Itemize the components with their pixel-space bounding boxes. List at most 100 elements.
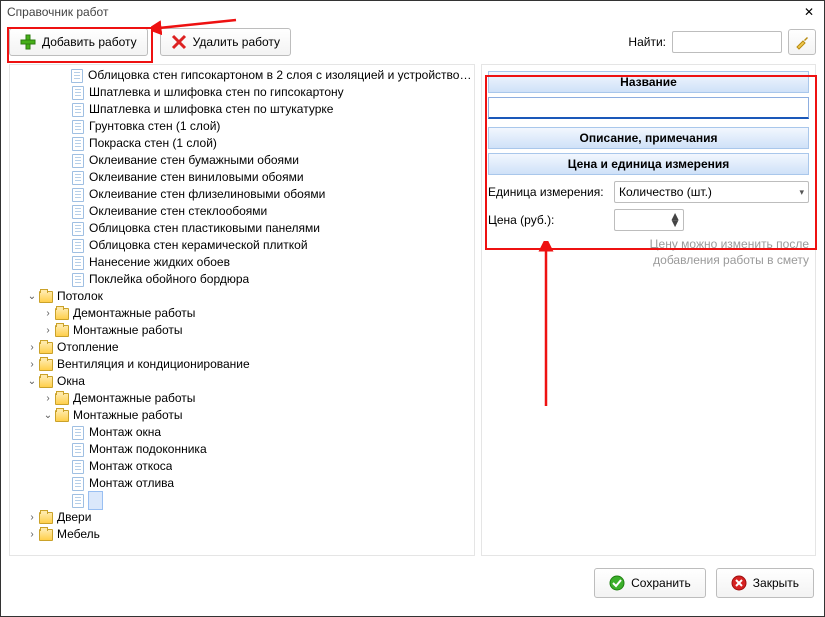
folder-icon — [55, 308, 69, 320]
tree-node-label: Мебель — [57, 526, 100, 543]
delete-work-button[interactable]: Удалить работу — [160, 28, 291, 56]
tree-row[interactable]: › Двери — [10, 509, 474, 526]
tree-toggle-icon[interactable]: › — [26, 356, 38, 373]
save-button[interactable]: Сохранить — [594, 568, 706, 598]
tree-row[interactable] — [10, 492, 474, 509]
footer: Сохранить Закрыть — [1, 556, 824, 610]
main-area: Облицовка стен гипсокартоном в 2 слоя с … — [1, 64, 824, 556]
tree-node-label: Шпатлевка и шлифовка стен по гипсокартон… — [89, 84, 344, 101]
document-icon — [72, 188, 84, 202]
tree-row[interactable]: Оклеивание стен бумажными обоями — [10, 152, 474, 169]
tree-node-label: Монтажные работы — [73, 407, 183, 424]
tree-node-label: Монтаж откоса — [89, 458, 172, 475]
tree-row[interactable]: Грунтовка стен (1 слой) — [10, 118, 474, 135]
tree-node-label: Облицовка стен гипсокартоном в 2 слоя с … — [88, 67, 474, 84]
tree-row[interactable]: Нанесение жидких обоев — [10, 254, 474, 271]
clear-search-button[interactable] — [788, 29, 816, 55]
unit-value: Количество (шт.) — [619, 185, 712, 199]
title-bar: Справочник работ ✕ — [1, 1, 824, 23]
tree-node-label: Монтаж окна — [89, 424, 161, 441]
tree-row[interactable]: Облицовка стен керамической плиткой — [10, 237, 474, 254]
name-input[interactable] — [488, 97, 809, 119]
price-hint: Цену можно изменить после добавления раб… — [488, 237, 809, 268]
spinner-arrows-icon[interactable]: ▲▼ — [669, 213, 681, 227]
tree-row[interactable]: Поклейка обойного бордюра — [10, 271, 474, 288]
tree-toggle-icon[interactable]: › — [42, 305, 54, 322]
document-icon — [72, 103, 84, 117]
tree-toggle-icon[interactable]: ⌄ — [26, 373, 38, 390]
document-icon — [72, 494, 84, 508]
document-icon — [72, 222, 84, 236]
tree-row[interactable]: ⌄ Монтажные работы — [10, 407, 474, 424]
price-row: Цена (руб.): ▲▼ — [488, 209, 809, 231]
document-icon — [72, 477, 84, 491]
tree-row[interactable]: Монтаж отлива — [10, 475, 474, 492]
tree-row[interactable]: ⌄Потолок — [10, 288, 474, 305]
add-work-label: Добавить работу — [42, 35, 137, 49]
tree-row[interactable]: ›Демонтажные работы — [10, 305, 474, 322]
tree-toggle-icon[interactable]: ⌄ — [42, 407, 54, 424]
window-title: Справочник работ — [7, 5, 108, 19]
close-icon[interactable]: ✕ — [800, 5, 818, 19]
tree-node-label: Двери — [57, 509, 91, 526]
tree-node-label: Монтажные работы — [73, 322, 183, 339]
unit-select[interactable]: Количество (шт.) ▾ — [614, 181, 809, 203]
tree-node-label — [89, 492, 102, 509]
document-icon — [72, 256, 84, 270]
price-label: Цена (руб.): — [488, 213, 608, 227]
tree-toggle-icon[interactable]: ⌄ — [26, 288, 38, 305]
tree-node-label: Поклейка обойного бордюра — [89, 271, 249, 288]
delete-work-label: Удалить работу — [193, 35, 280, 49]
details-panel: Название Описание, примечания Цена и еди… — [481, 64, 816, 556]
document-icon — [72, 443, 84, 457]
tree-toggle-icon[interactable]: › — [42, 322, 54, 339]
tree-row[interactable]: Монтаж откоса — [10, 458, 474, 475]
tree-node-label: Монтаж отлива — [89, 475, 174, 492]
section-desc-header[interactable]: Описание, примечания — [488, 127, 809, 149]
tree-row[interactable]: Покраска стен (1 слой) — [10, 135, 474, 152]
folder-icon — [55, 393, 69, 405]
section-name-header: Название — [488, 71, 809, 93]
tree-row[interactable]: › Мебель — [10, 526, 474, 543]
document-icon — [72, 154, 84, 168]
document-icon — [72, 86, 84, 100]
tree-row[interactable]: ›Вентиляция и кондиционирование — [10, 356, 474, 373]
tree-row[interactable]: ›Отопление — [10, 339, 474, 356]
tree-toggle-icon[interactable]: › — [42, 390, 54, 407]
folder-icon — [39, 512, 53, 524]
tree-row[interactable]: › Монтажные работы — [10, 322, 474, 339]
tree-row[interactable]: ›Демонтажные работы — [10, 390, 474, 407]
tree-row[interactable]: Оклеивание стен флизелиновыми обоями — [10, 186, 474, 203]
add-work-button[interactable]: Добавить работу — [9, 28, 148, 56]
plus-icon — [20, 34, 36, 50]
tree-toggle-icon[interactable]: › — [26, 526, 38, 543]
document-icon — [72, 137, 84, 151]
tree-toggle-icon[interactable]: › — [26, 339, 38, 356]
price-spinner[interactable]: ▲▼ — [614, 209, 684, 231]
tree-row[interactable]: ⌄ Окна — [10, 373, 474, 390]
tree-row[interactable]: Облицовка стен гипсокартоном в 2 слоя с … — [10, 67, 474, 84]
document-icon — [72, 171, 84, 185]
work-tree[interactable]: Облицовка стен гипсокартоном в 2 слоя с … — [9, 64, 475, 556]
close-button[interactable]: Закрыть — [716, 568, 814, 598]
section-price-header[interactable]: Цена и единица измерения — [488, 153, 809, 175]
check-icon — [609, 575, 625, 591]
tree-row[interactable]: Монтаж окна — [10, 424, 474, 441]
search-input[interactable] — [672, 31, 782, 53]
tree-row[interactable]: Монтаж подоконника — [10, 441, 474, 458]
tree-row[interactable]: Облицовка стен пластиковыми панелями — [10, 220, 474, 237]
document-icon — [72, 273, 84, 287]
search-group: Найти: — [628, 29, 816, 55]
document-icon — [72, 460, 84, 474]
chevron-down-icon: ▾ — [799, 187, 804, 198]
toolbar: Добавить работу Удалить работу Найти: — [1, 23, 824, 64]
save-label: Сохранить — [631, 576, 691, 590]
tree-row[interactable]: Оклеивание стен стеклообоями — [10, 203, 474, 220]
tree-toggle-icon[interactable]: › — [26, 509, 38, 526]
tree-row[interactable]: Оклеивание стен виниловыми обоями — [10, 169, 474, 186]
search-label: Найти: — [628, 35, 666, 49]
tree-node-label: Окна — [57, 373, 85, 390]
tree-row[interactable]: Шпатлевка и шлифовка стен по штукатурке — [10, 101, 474, 118]
tree-node-label: Шпатлевка и шлифовка стен по штукатурке — [89, 101, 333, 118]
tree-row[interactable]: Шпатлевка и шлифовка стен по гипсокартон… — [10, 84, 474, 101]
